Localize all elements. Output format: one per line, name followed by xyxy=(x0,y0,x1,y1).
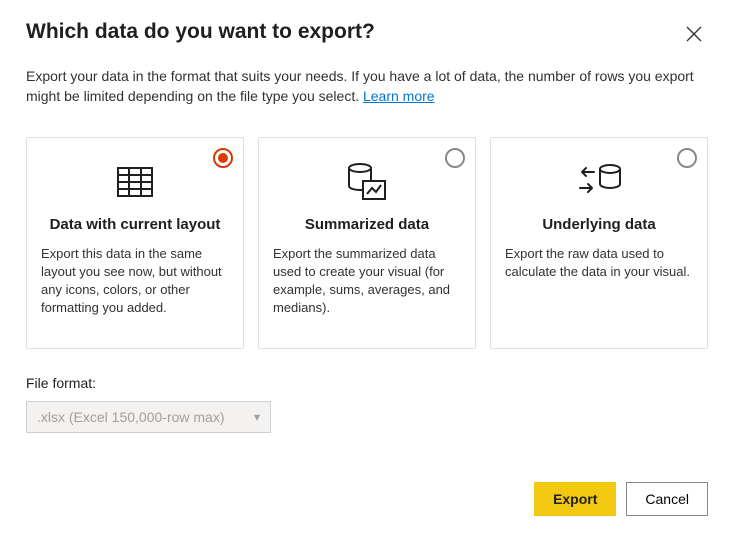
file-format-value: .xlsx (Excel 150,000-row max) xyxy=(37,409,225,425)
database-chart-icon xyxy=(273,158,461,206)
option-underlying-data[interactable]: Underlying data Export the raw data used… xyxy=(490,137,708,349)
learn-more-link[interactable]: Learn more xyxy=(363,88,435,104)
radio-current-layout[interactable] xyxy=(213,148,233,168)
export-button[interactable]: Export xyxy=(534,482,616,516)
option-description: Export the summarized data used to creat… xyxy=(273,245,461,318)
option-description: Export this data in the same layout you … xyxy=(41,245,229,318)
export-options: Data with current layout Export this dat… xyxy=(26,137,708,349)
option-summarized-data[interactable]: Summarized data Export the summarized da… xyxy=(258,137,476,349)
dialog-description: Export your data in the format that suit… xyxy=(26,66,708,107)
dialog-title: Which data do you want to export? xyxy=(26,20,375,44)
database-sync-icon xyxy=(505,158,693,206)
option-title: Underlying data xyxy=(505,216,693,233)
radio-underlying[interactable] xyxy=(677,148,697,168)
close-icon xyxy=(686,26,702,42)
file-format-select[interactable]: .xlsx (Excel 150,000-row max) ▾ xyxy=(26,401,271,433)
option-data-current-layout[interactable]: Data with current layout Export this dat… xyxy=(26,137,244,349)
chevron-down-icon: ▾ xyxy=(254,410,260,424)
close-button[interactable] xyxy=(680,20,708,48)
file-format-label: File format: xyxy=(26,375,708,391)
option-description: Export the raw data used to calculate th… xyxy=(505,245,693,281)
radio-summarized[interactable] xyxy=(445,148,465,168)
option-title: Data with current layout xyxy=(41,216,229,233)
description-text: Export your data in the format that suit… xyxy=(26,68,694,104)
dialog-footer: Export Cancel xyxy=(534,482,708,516)
table-icon xyxy=(41,158,229,206)
cancel-button[interactable]: Cancel xyxy=(626,482,708,516)
option-title: Summarized data xyxy=(273,216,461,233)
